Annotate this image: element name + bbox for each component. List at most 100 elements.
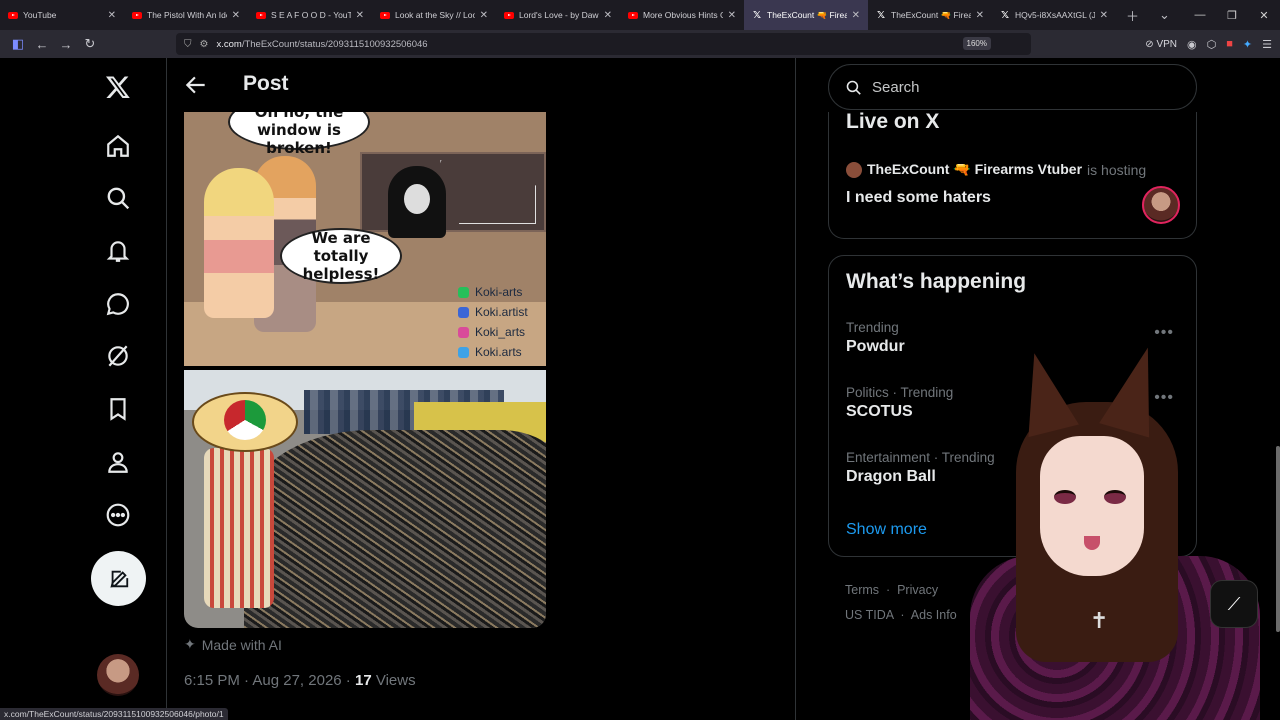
x-logo-icon[interactable]: [92, 61, 144, 113]
search-placeholder: Search: [872, 78, 920, 96]
shield-icon[interactable]: ⛉: [184, 39, 192, 50]
speech-bubble: Oh no, the window is broken!: [228, 112, 370, 157]
profile-icon[interactable]: [92, 436, 144, 488]
cross-pendant-icon: ✝: [1090, 608, 1109, 633]
forward-nav-icon[interactable]: →: [54, 37, 78, 52]
back-arrow-icon[interactable]: [183, 72, 209, 98]
close-tab-icon[interactable]: ✕: [1100, 10, 1108, 21]
compose-pencil-icon: [109, 570, 128, 588]
tab-title: YouTube: [23, 10, 57, 20]
vtuber-face: [1040, 436, 1144, 576]
footer-link-terms[interactable]: Terms: [845, 583, 879, 597]
twitter-icon: [458, 346, 469, 358]
grok-floating-button[interactable]: ⟋: [1210, 580, 1258, 628]
search-input[interactable]: Search: [828, 64, 1197, 110]
live-host-row[interactable]: TheExCount 🔫 Firearms Vtuber is hosting: [846, 161, 1146, 178]
post-date[interactable]: Aug 27, 2026: [252, 672, 341, 689]
vtuber-mouth: [1084, 536, 1100, 550]
close-tab-icon[interactable]: ✕: [976, 10, 984, 21]
post-media-image[interactable]: Oh no, the window is broken! We are tota…: [184, 112, 546, 628]
browser-tab[interactable]: 𝕏 HQv5-i8XsAAXtGL (JPEG ✕: [992, 0, 1116, 30]
browser-tab[interactable]: Lord's Love - by DawnH ✕: [496, 0, 620, 30]
sidebar-toggle-icon[interactable]: ◧: [6, 36, 30, 52]
made-with-ai-label[interactable]: ✦ Made with AI: [184, 636, 282, 653]
youtube-icon: [380, 11, 390, 19]
browser-tab[interactable]: S E A F O O D - YouTube ✕: [248, 0, 372, 30]
close-window-icon[interactable]: ✕: [1248, 9, 1280, 22]
close-tab-icon[interactable]: ✕: [728, 10, 736, 21]
minimize-icon[interactable]: —: [1184, 9, 1216, 21]
extension-icon[interactable]: ✦: [1243, 38, 1252, 51]
views-label: Views: [375, 672, 416, 689]
tab-title: HQv5-i8XsAAXtGL (JPEG: [1015, 10, 1095, 20]
more-dots-icon[interactable]: •••: [1154, 324, 1174, 342]
account-icon[interactable]: ◉: [1187, 38, 1197, 51]
bookmark-icon[interactable]: [92, 383, 144, 435]
post-time[interactable]: 6:15 PM: [184, 672, 240, 689]
reload-icon[interactable]: ↻: [78, 36, 102, 52]
comic-hooded-figure: [388, 166, 446, 238]
browser-tab[interactable]: More Obvious Hints Gu ✕: [620, 0, 744, 30]
photo-panel: [184, 370, 546, 628]
browser-tab-active[interactable]: 𝕏 TheExCount 🔫 Firearm ✕: [744, 0, 868, 30]
address-bar[interactable]: ⛉ ⚙ x.com/TheExCount/status/209311510093…: [176, 33, 1031, 55]
comic-panel: Oh no, the window is broken! We are tota…: [184, 112, 546, 366]
notifications-bell-icon[interactable]: [92, 225, 144, 277]
live-space-title[interactable]: I need some haters: [846, 189, 991, 207]
footer-link-tida[interactable]: US TIDA: [845, 608, 893, 622]
youtube-icon: [256, 11, 266, 19]
zoom-level[interactable]: 160%: [962, 37, 991, 50]
browser-tab[interactable]: Look at the Sky // Look ✕: [372, 0, 496, 30]
menu-icon[interactable]: ☰: [1262, 38, 1272, 51]
search-icon: [846, 80, 861, 95]
vpn-button[interactable]: ⊘ VPN: [1145, 39, 1177, 50]
messages-icon[interactable]: [92, 278, 144, 330]
compose-post-button[interactable]: [91, 551, 146, 606]
close-tab-icon[interactable]: ✕: [852, 10, 860, 21]
speech-bubble: We are totally helpless!: [280, 228, 402, 284]
vtuber-eye: [1054, 490, 1076, 504]
host-name: TheExCount 🔫 Firearms Vtuber: [867, 161, 1083, 177]
tab-title: TheExCount 🔫 Firearm: [767, 9, 847, 20]
grok-icon[interactable]: [92, 330, 144, 382]
page-scrollbar[interactable]: [1276, 446, 1280, 632]
close-tab-icon[interactable]: ✕: [480, 10, 488, 21]
artist-credits: Koki-arts Koki.artist Koki_arts Koki.art…: [458, 282, 528, 362]
site-settings-icon[interactable]: ⚙: [200, 39, 209, 50]
browser-tab[interactable]: 𝕏 TheExCount 🔫 Firearm ✕: [868, 0, 992, 30]
browser-tab[interactable]: The Pistol With An Identi ✕: [124, 0, 248, 30]
home-icon[interactable]: [92, 120, 144, 172]
footer-link-privacy[interactable]: Privacy: [897, 583, 938, 597]
account-avatar[interactable]: [97, 654, 139, 696]
close-tab-icon[interactable]: ✕: [108, 10, 116, 21]
close-tab-icon[interactable]: ✕: [232, 10, 240, 21]
close-tab-icon[interactable]: ✕: [604, 10, 612, 21]
comic-mask: [404, 184, 430, 214]
live-host-avatar[interactable]: [1142, 186, 1180, 224]
tab-title: The Pistol With An Identi: [147, 10, 227, 20]
back-nav-icon[interactable]: ←: [30, 37, 54, 52]
tab-list-chevron-icon[interactable]: ⌄: [1149, 7, 1180, 23]
youtube-icon: [8, 11, 18, 19]
extensions-icon[interactable]: ⬡: [1207, 38, 1217, 51]
restore-icon[interactable]: ❐: [1216, 9, 1248, 22]
more-options-icon[interactable]: [92, 489, 144, 541]
url-path: /TheExCount/status/2093115100932506046: [241, 38, 428, 50]
vtuber-eye: [1104, 490, 1126, 504]
browser-tab[interactable]: YouTube ✕: [0, 0, 124, 30]
tab-title: S E A F O O D - YouTube: [271, 10, 351, 20]
cartoon-poncho-figure: [204, 448, 274, 608]
cartoon-sombrero: [192, 392, 298, 452]
vpn-label: VPN: [1156, 38, 1178, 50]
instagram-icon: [458, 326, 469, 338]
x-logo-icon: 𝕏: [876, 9, 886, 21]
search-icon[interactable]: [92, 172, 144, 224]
url-host: x.com: [216, 38, 242, 50]
close-tab-icon[interactable]: ✕: [356, 10, 364, 21]
new-tab-icon[interactable]: ＋: [1116, 6, 1149, 25]
window-controls: — ❐ ✕: [1184, 0, 1280, 30]
extension-badge-icon[interactable]: ■: [1226, 38, 1233, 50]
site-icon: [458, 286, 469, 298]
show-more-link[interactable]: Show more: [846, 521, 927, 539]
credit-text: Koki_arts: [475, 325, 526, 339]
